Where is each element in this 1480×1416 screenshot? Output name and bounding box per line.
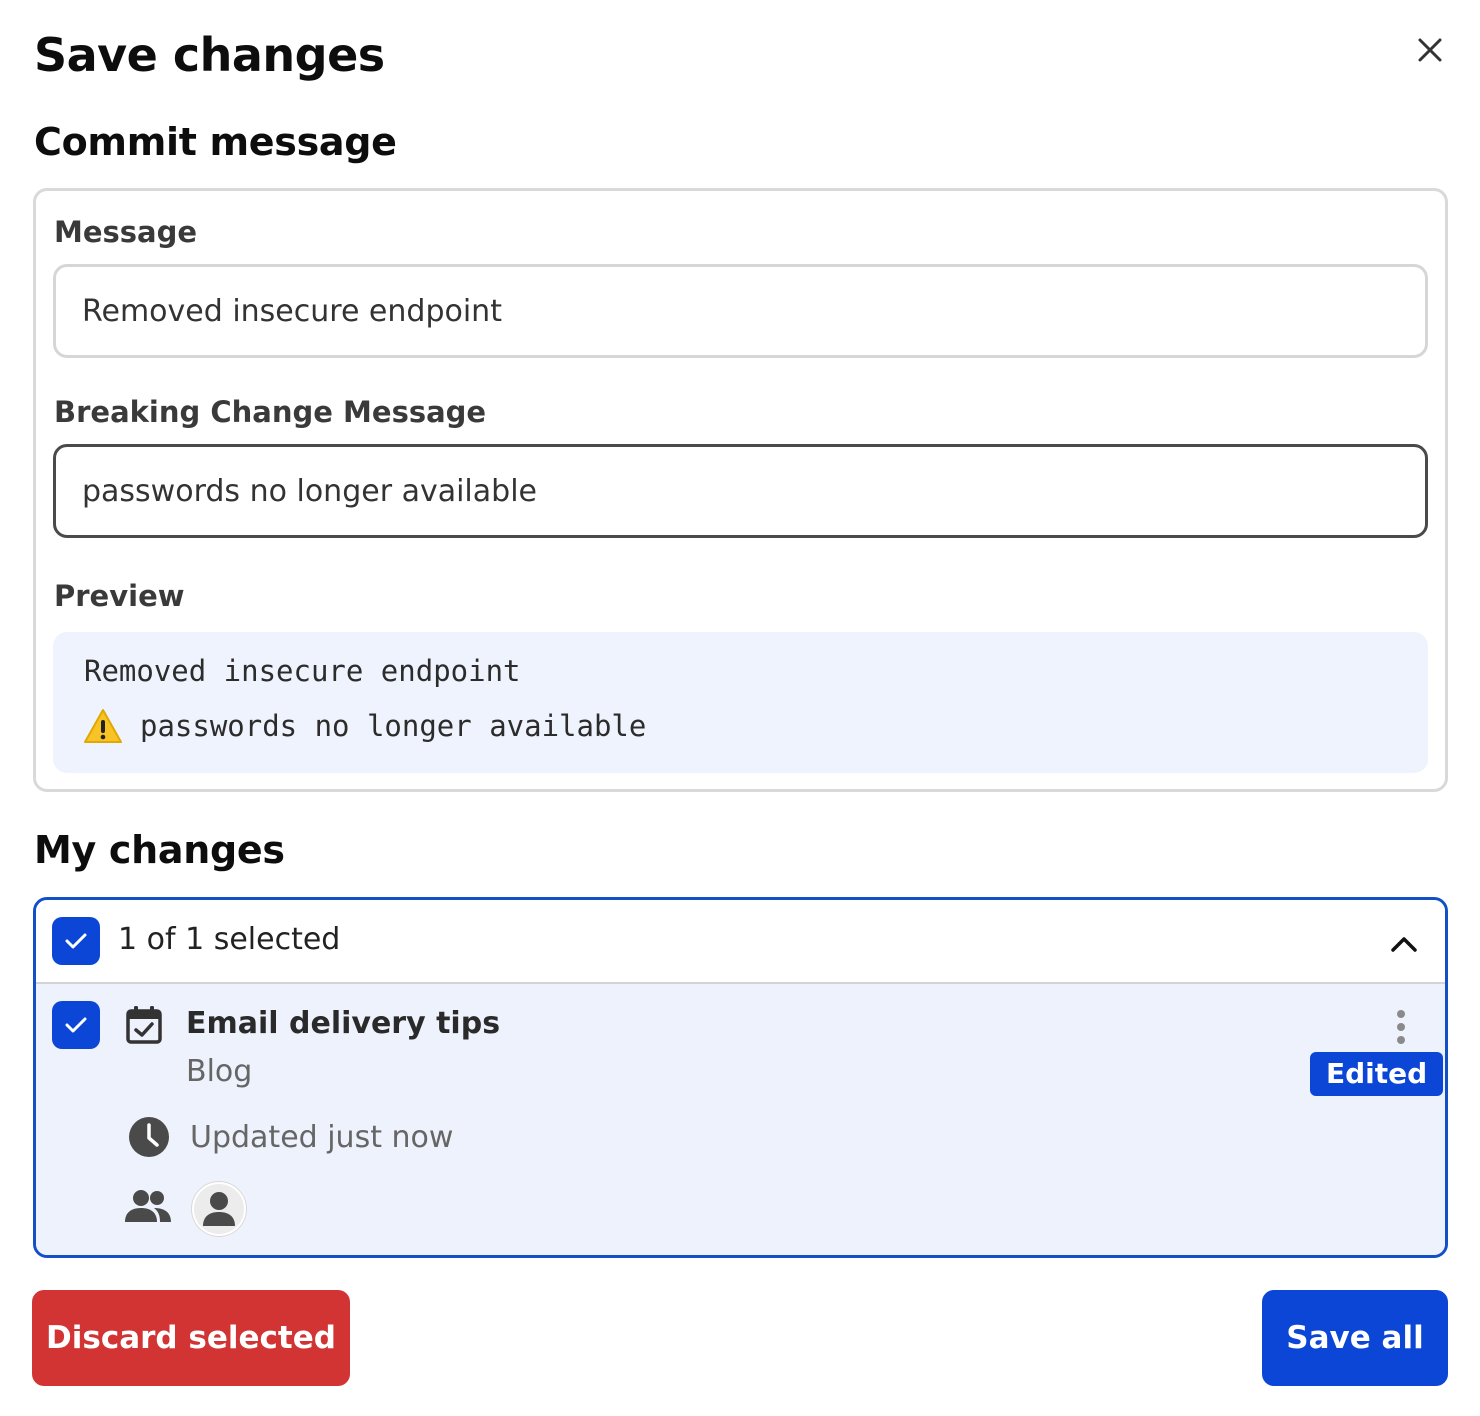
more-vertical-icon [1397, 1010, 1405, 1018]
status-badge: Edited [1310, 1052, 1444, 1096]
preview-breaking-line: passwords no longer available [84, 708, 646, 744]
calendar-check-icon [126, 1006, 162, 1044]
people-icon [125, 1190, 171, 1222]
preview-breaking-text: passwords no longer available [140, 709, 647, 743]
item-content-type: Blog [186, 1054, 253, 1089]
save-changes-dialog: Save changes Commit message Message Brea… [0, 0, 1480, 1416]
changes-header: 1 of 1 selected [36, 900, 1445, 984]
breaking-change-label: Breaking Change Message [54, 395, 487, 429]
warning-icon [84, 709, 122, 743]
commit-preview: Removed insecure endpoint passwords no l… [53, 632, 1428, 773]
clock-icon [129, 1117, 169, 1157]
preview-label: Preview [54, 579, 185, 613]
change-item[interactable]: Email delivery tips Blog Edited Updated … [36, 984, 1445, 1255]
message-input[interactable] [53, 264, 1428, 358]
item-menu-button[interactable] [1376, 1002, 1426, 1052]
item-updated-time: Updated just now [190, 1120, 454, 1155]
save-all-button[interactable]: Save all [1262, 1290, 1448, 1386]
person-icon [203, 1192, 235, 1226]
check-icon [65, 1017, 87, 1033]
breaking-change-input[interactable] [53, 444, 1428, 538]
item-title: Email delivery tips [186, 1006, 501, 1041]
commit-message-panel: Message Breaking Change Message Preview … [33, 188, 1448, 792]
item-checkbox[interactable] [52, 1001, 100, 1049]
discard-selected-button[interactable]: Discard selected [32, 1290, 350, 1386]
avatar[interactable] [192, 1182, 246, 1236]
dialog-title: Save changes [34, 28, 385, 82]
commit-message-heading: Commit message [34, 120, 397, 164]
select-all-checkbox[interactable] [52, 917, 100, 965]
close-button[interactable] [1410, 30, 1450, 70]
selection-count: 1 of 1 selected [118, 922, 341, 957]
close-icon [1418, 38, 1442, 62]
collapse-button[interactable] [1386, 926, 1422, 962]
check-icon [65, 933, 87, 949]
chevron-up-icon [1391, 937, 1417, 952]
my-changes-heading: My changes [34, 828, 285, 872]
message-label: Message [54, 215, 198, 249]
preview-message: Removed insecure endpoint [84, 654, 521, 688]
changes-list-panel: 1 of 1 selected Email delivery tips Blog… [33, 897, 1448, 1258]
